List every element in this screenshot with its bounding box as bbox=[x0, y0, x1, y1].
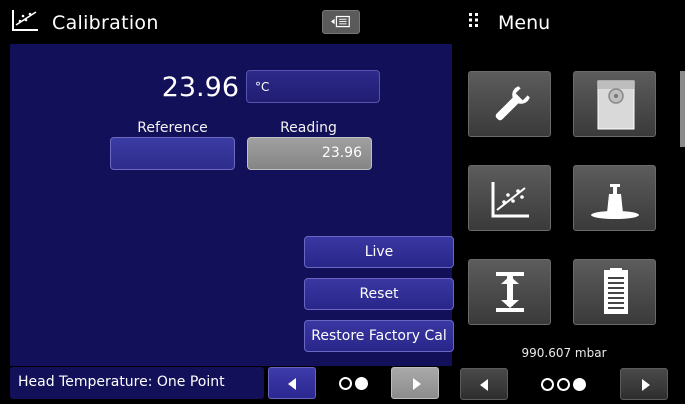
clipboard-icon bbox=[604, 268, 628, 314]
top-bar: Calibration Menu bbox=[0, 0, 685, 44]
page-dot bbox=[339, 376, 352, 390]
barometric-pressure: 990.607 mbar bbox=[521, 346, 607, 360]
temperature-value: 23.96 bbox=[161, 72, 239, 103]
menu-next-button[interactable] bbox=[620, 368, 668, 400]
reading-display: 23.96 bbox=[247, 137, 372, 170]
calibration-tile[interactable] bbox=[468, 165, 551, 231]
reference-input[interactable] bbox=[110, 137, 235, 170]
settings-tile[interactable] bbox=[468, 71, 551, 137]
page-dot-active bbox=[355, 376, 368, 390]
arrow-left-icon bbox=[288, 378, 296, 390]
storage-tile[interactable] bbox=[573, 71, 656, 137]
live-button[interactable]: Live bbox=[304, 236, 454, 268]
keyboard-button[interactable] bbox=[322, 10, 360, 34]
calibration-chart-icon bbox=[491, 182, 529, 218]
restore-factory-cal-button[interactable]: Restore Factory Cal bbox=[304, 320, 454, 352]
head-height-tile[interactable] bbox=[468, 259, 551, 325]
page-indicator bbox=[339, 376, 368, 390]
scrollbar[interactable] bbox=[680, 71, 685, 147]
arrow-left-icon bbox=[480, 379, 488, 391]
calibration-panel: 23.96 °C Reference Reading 23.96 Live Re… bbox=[10, 44, 454, 366]
previous-page-button[interactable] bbox=[268, 367, 316, 399]
next-page-button[interactable] bbox=[391, 367, 439, 399]
info-tile[interactable] bbox=[573, 259, 656, 325]
weight-icon bbox=[591, 184, 639, 219]
reset-button[interactable]: Reset bbox=[304, 278, 454, 310]
reading-label: Reading bbox=[280, 120, 337, 136]
arrow-right-icon bbox=[642, 379, 650, 391]
menu-page-indicator bbox=[541, 377, 586, 391]
menu-grid-icon[interactable] bbox=[469, 13, 479, 27]
calibration-chart-icon bbox=[12, 10, 38, 31]
storage-icon bbox=[597, 80, 635, 130]
keyboard-icon bbox=[330, 15, 350, 28]
wrench-icon bbox=[495, 86, 530, 121]
unit-select-button[interactable]: °C bbox=[246, 70, 380, 103]
reference-label: Reference bbox=[137, 120, 208, 136]
tare-tile[interactable] bbox=[573, 165, 656, 231]
page-dot-active bbox=[573, 377, 586, 391]
screen-title: Calibration bbox=[52, 12, 159, 34]
arrow-right-icon bbox=[413, 378, 421, 390]
calibration-mode-status: Head Temperature: One Point bbox=[10, 367, 264, 399]
page-dot bbox=[541, 377, 554, 391]
page-dot bbox=[557, 377, 570, 391]
menu-title: Menu bbox=[498, 12, 551, 34]
head-height-icon bbox=[496, 272, 524, 312]
menu-previous-button[interactable] bbox=[460, 368, 508, 400]
